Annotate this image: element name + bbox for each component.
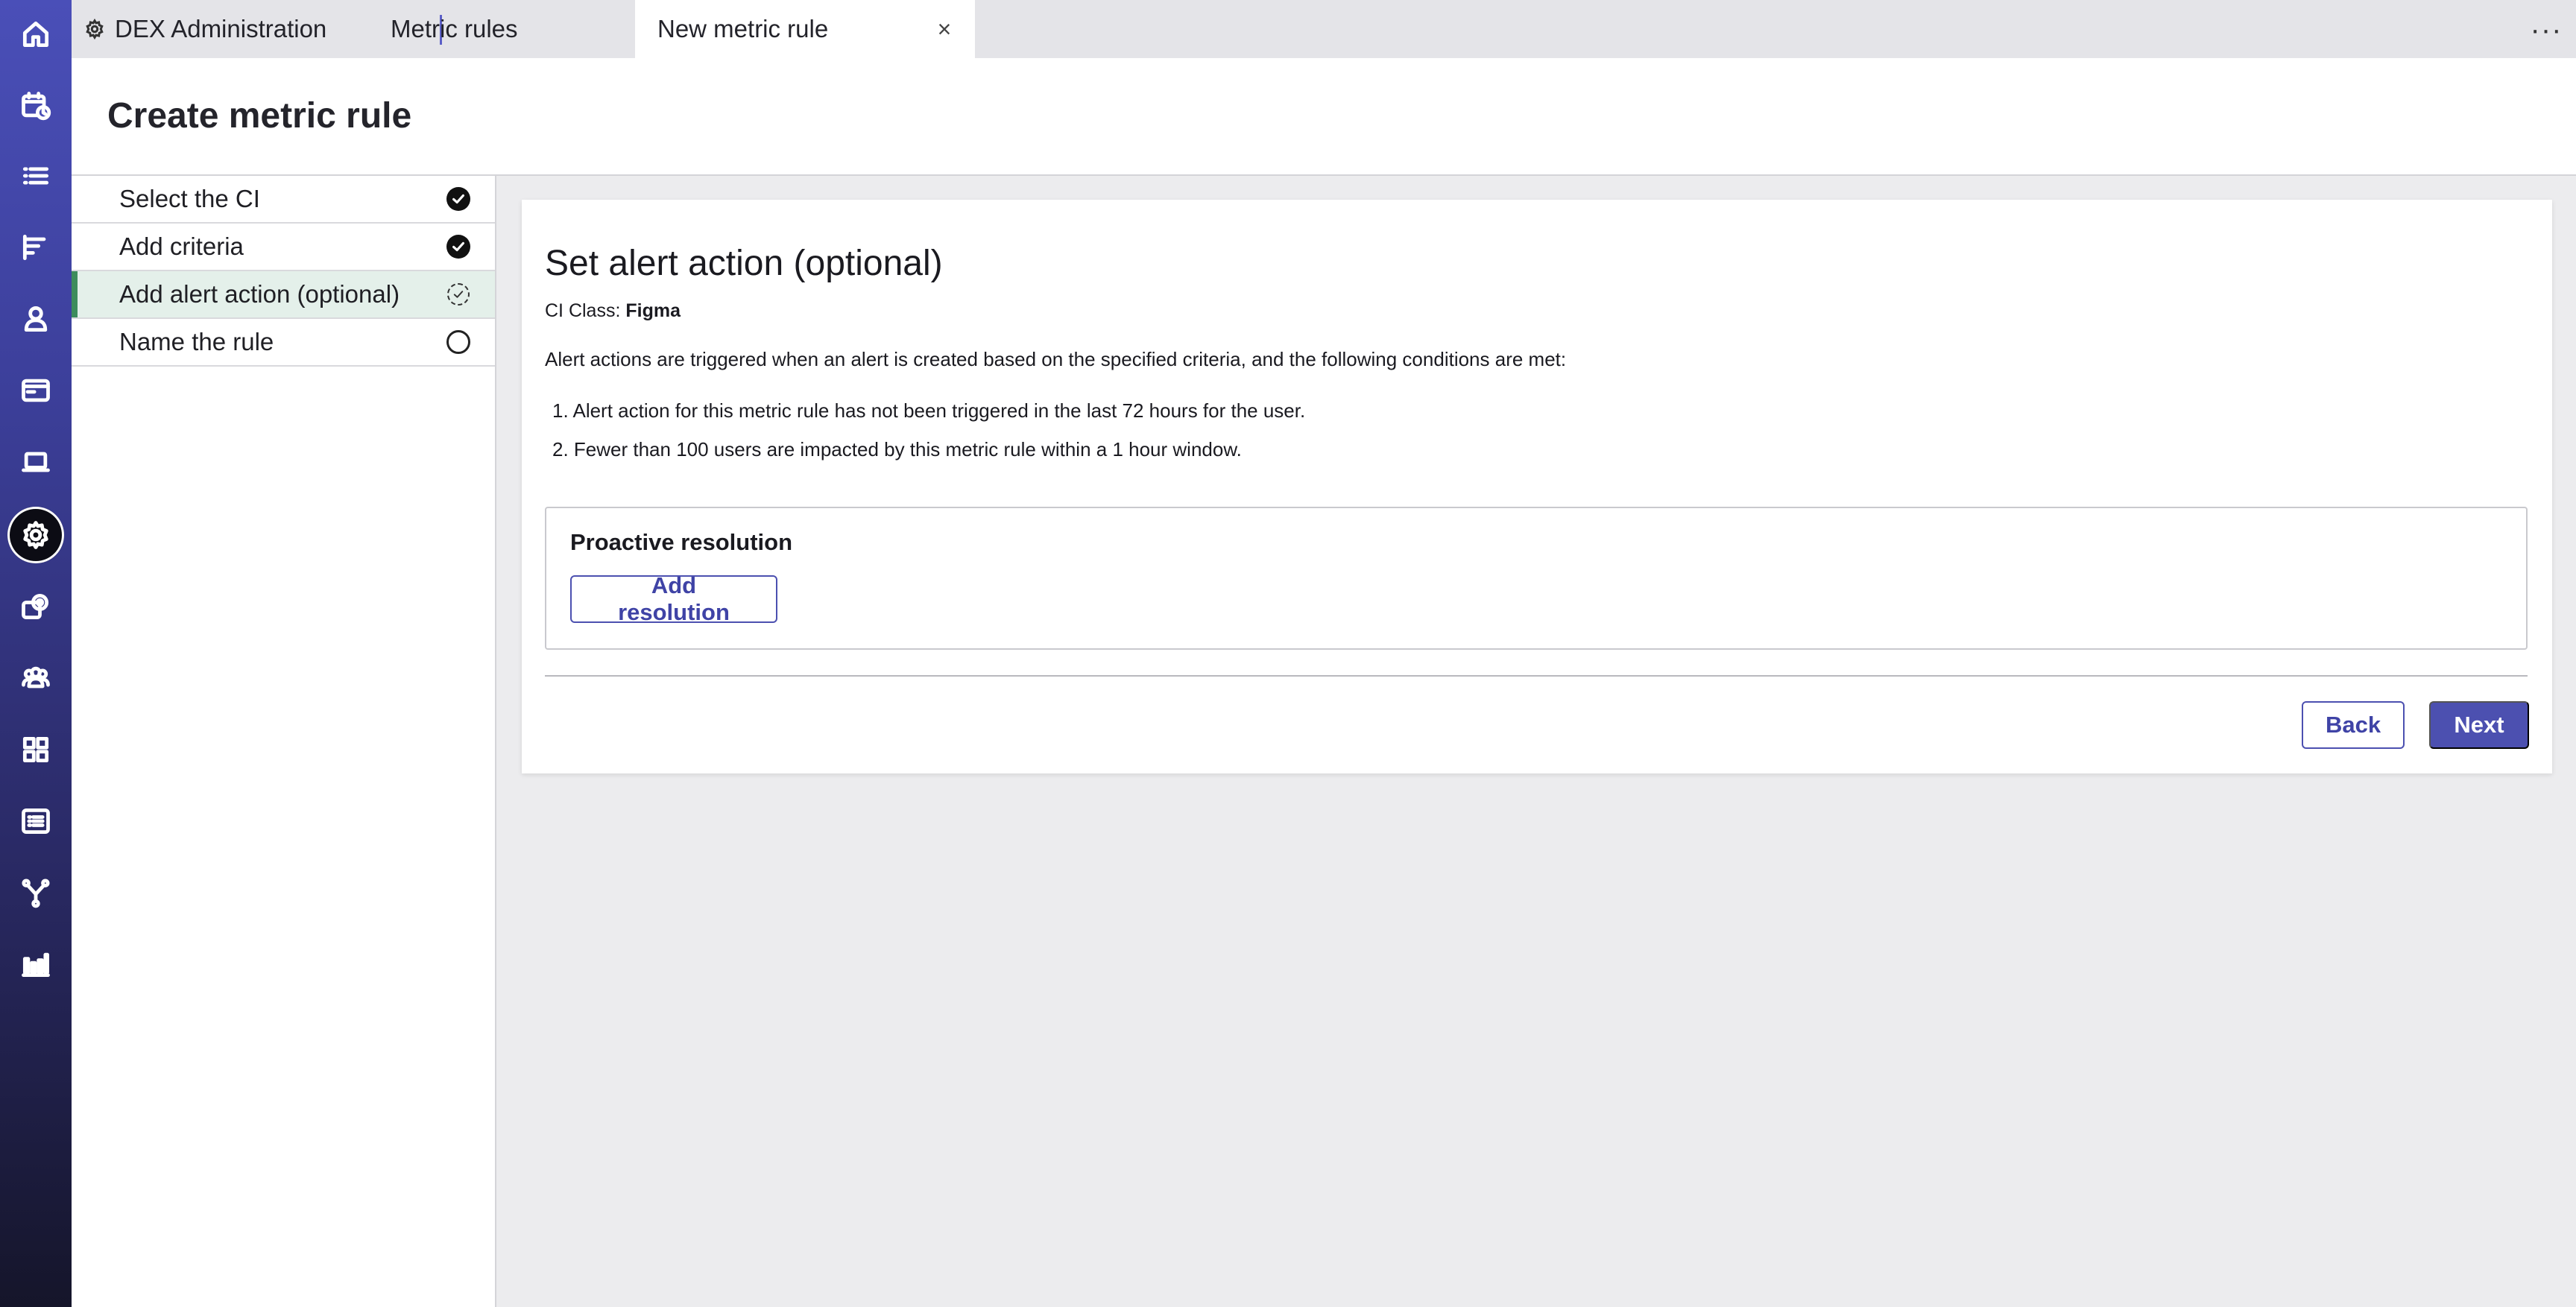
wizard-steps: Select the CI Add criteria Add alert act… bbox=[72, 176, 496, 1307]
step-label: Add alert action (optional) bbox=[119, 280, 400, 308]
step-label: Name the rule bbox=[119, 328, 274, 355]
proactive-resolution-panel: Proactive resolution Add resolution bbox=[545, 507, 2528, 650]
back-button[interactable]: Back bbox=[2302, 701, 2405, 749]
resolution-title: Proactive resolution bbox=[570, 529, 793, 555]
step-status bbox=[446, 329, 471, 355]
gear-icon bbox=[83, 18, 106, 40]
list-icon[interactable] bbox=[7, 148, 64, 204]
step-add-alert-action[interactable]: Add alert action (optional) bbox=[72, 271, 495, 319]
tab-dex-administration[interactable]: DEX Administration bbox=[83, 0, 367, 58]
condition-item: 2. Fewer than 100 users are impacted by … bbox=[552, 438, 1242, 461]
page-header: Create metric rule bbox=[72, 58, 2576, 176]
tab-label: DEX Administration bbox=[115, 15, 327, 42]
tab-new-metric-rule[interactable]: New metric rule × bbox=[635, 0, 975, 58]
tab-label: New metric rule bbox=[657, 15, 829, 42]
more-options-icon[interactable]: ··· bbox=[2530, 13, 2563, 46]
laptop-icon[interactable] bbox=[7, 434, 64, 490]
step-status bbox=[446, 186, 471, 212]
bar-chart-icon[interactable] bbox=[7, 936, 64, 993]
calendar-clock-icon[interactable] bbox=[7, 77, 64, 134]
step-status bbox=[446, 234, 471, 259]
team-icon[interactable] bbox=[7, 650, 64, 706]
branch-icon[interactable] bbox=[7, 864, 64, 921]
step-add-criteria[interactable]: Add criteria bbox=[72, 224, 495, 271]
step-status bbox=[446, 282, 471, 307]
left-navigation-rail bbox=[0, 0, 72, 1307]
ci-class-label: CI Class: bbox=[545, 300, 626, 321]
window-icon[interactable] bbox=[7, 362, 64, 419]
add-resolution-button[interactable]: Add resolution bbox=[570, 572, 777, 625]
list-box-icon[interactable] bbox=[7, 793, 64, 849]
description: Alert actions are triggered when an aler… bbox=[545, 348, 1567, 370]
condition-item: 1. Alert action for this metric rule has… bbox=[552, 399, 1306, 422]
divider bbox=[545, 675, 2528, 677]
alert-action-card: Set alert action (optional) CI Class: Fi… bbox=[522, 200, 2552, 773]
gantt-icon[interactable] bbox=[7, 219, 64, 276]
page-title: Create metric rule bbox=[107, 96, 412, 136]
grid-icon[interactable] bbox=[7, 721, 64, 778]
check-circle-icon bbox=[446, 187, 470, 211]
close-icon[interactable]: × bbox=[932, 16, 957, 42]
step-name-the-rule[interactable]: Name the rule bbox=[72, 319, 495, 367]
empty-circle-icon bbox=[446, 330, 470, 354]
step-select-ci[interactable]: Select the CI bbox=[72, 176, 495, 224]
section-title: Set alert action (optional) bbox=[545, 244, 943, 283]
step-label: Select the CI bbox=[119, 185, 260, 212]
check-circle-icon bbox=[446, 235, 470, 259]
person-icon[interactable] bbox=[7, 291, 64, 347]
gear-stack-icon[interactable] bbox=[7, 578, 64, 635]
in-progress-check-icon bbox=[447, 283, 470, 306]
settings-icon[interactable] bbox=[7, 507, 64, 563]
ci-class: CI Class: Figma bbox=[545, 300, 681, 322]
ci-class-value: Figma bbox=[625, 300, 681, 321]
tab-bar: DEX Administration Metric rules × New me… bbox=[72, 0, 2576, 58]
next-button[interactable]: Next bbox=[2429, 701, 2529, 749]
home-icon[interactable] bbox=[7, 6, 64, 63]
tab-label: Metric rules bbox=[391, 15, 518, 42]
step-label: Add criteria bbox=[119, 232, 244, 260]
